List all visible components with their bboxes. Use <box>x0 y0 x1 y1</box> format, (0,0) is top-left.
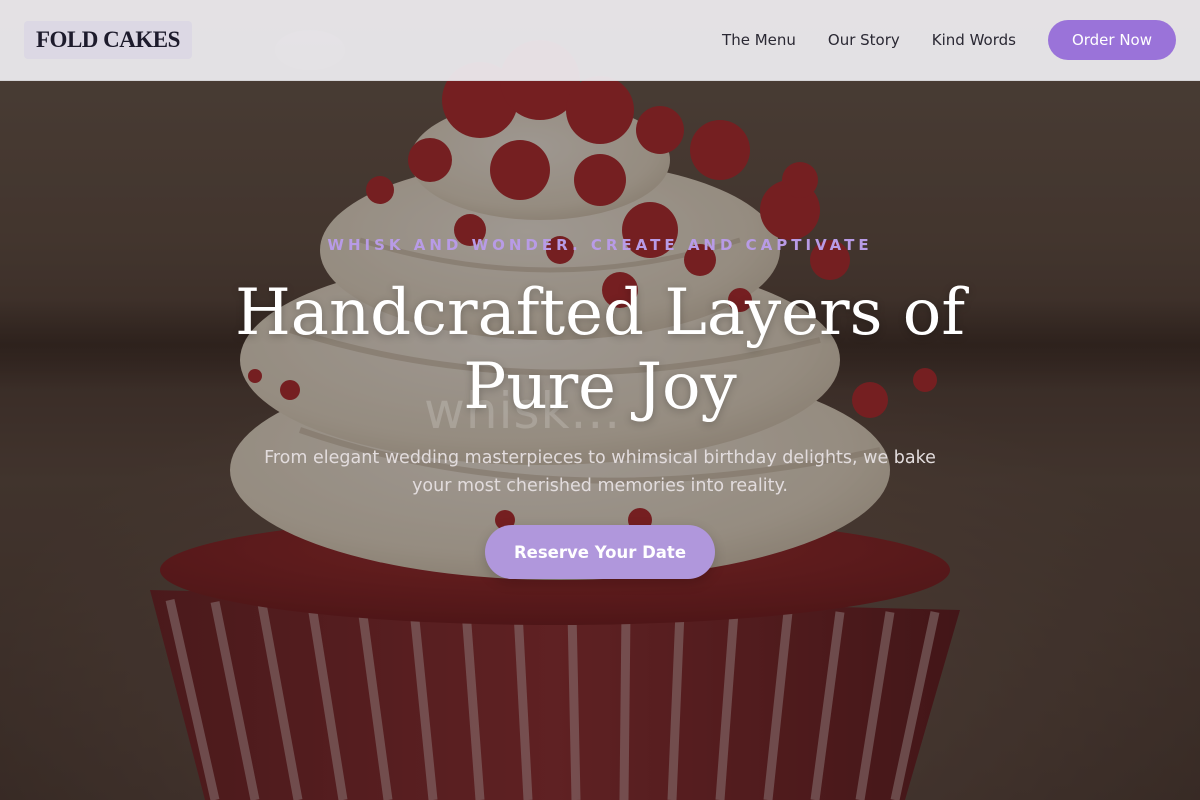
hero-eyebrow-tagline: WHISK AND WONDER. CREATE AND CAPTIVATE <box>327 236 873 254</box>
hero-headline: Handcrafted Layers of Pure Joy <box>234 276 966 424</box>
hero-subtext: From elegant wedding masterpieces to whi… <box>264 448 936 496</box>
hero-section: WHISK AND WONDER. CREATE AND CAPTIVATE w… <box>0 0 1200 800</box>
reserve-your-date-button[interactable]: Reserve Your Date <box>485 525 715 579</box>
